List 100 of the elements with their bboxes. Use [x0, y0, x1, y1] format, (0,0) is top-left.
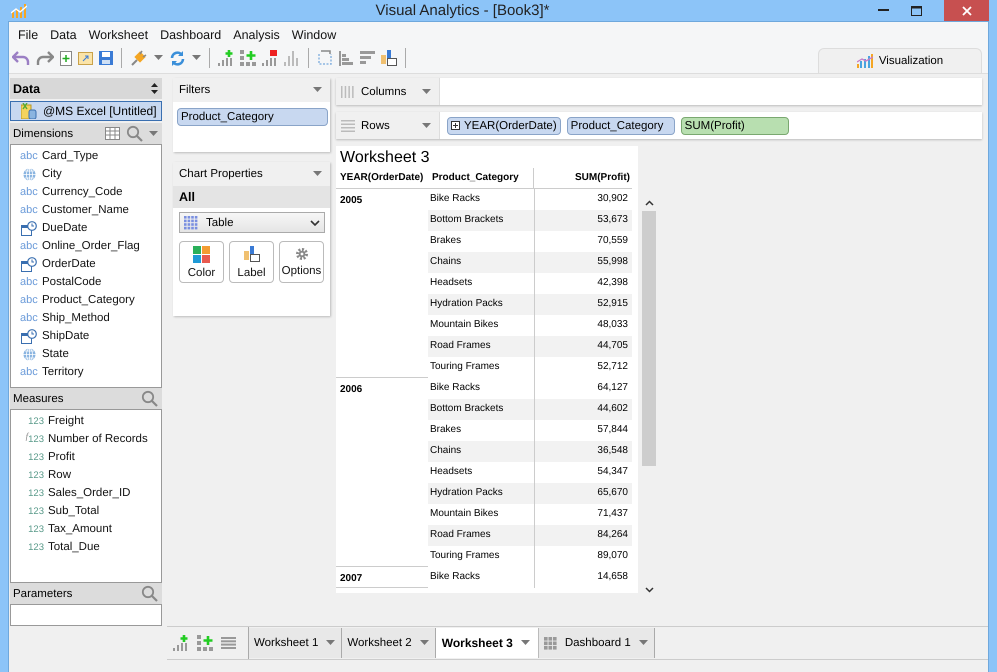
- dimension-field[interactable]: abc Territory: [11, 363, 161, 381]
- visualization-tab[interactable]: Visualization: [818, 48, 982, 73]
- table-cell: 65,670: [534, 483, 632, 504]
- folder-icon[interactable]: [78, 52, 93, 64]
- property-button[interactable]: Options: [279, 241, 324, 283]
- number-type-icon: 123: [28, 542, 44, 552]
- measure-field[interactable]: 123 Total_Due: [11, 538, 161, 556]
- measure-field[interactable]: f123 Number of Records: [11, 430, 161, 448]
- measure-field[interactable]: 123 Freight: [11, 412, 161, 430]
- dimension-field[interactable]: State: [11, 345, 161, 363]
- field-pill[interactable]: Product_Category: [566, 116, 675, 134]
- scroll-up-icon[interactable]: [644, 200, 654, 206]
- search-icon[interactable]: [141, 390, 158, 407]
- undo-icon[interactable]: [12, 50, 30, 66]
- table-cell: 53,673: [534, 210, 632, 231]
- field-pill[interactable]: SUM(Profit): [680, 116, 789, 134]
- sort-arrows-icon[interactable]: [151, 83, 158, 94]
- expand-icon[interactable]: [451, 121, 460, 130]
- measure-field[interactable]: 123 Tax_Amount: [11, 520, 161, 538]
- table-cell: Road Frames: [428, 525, 534, 546]
- label-icon[interactable]: [381, 50, 397, 66]
- save-icon[interactable]: [99, 51, 113, 65]
- shelf-label: Columns: [336, 78, 440, 105]
- measure-field[interactable]: 123 Row: [11, 466, 161, 484]
- table-cell-text: Bike Racks: [429, 381, 482, 395]
- dimension-field[interactable]: abc Card_Type: [11, 147, 161, 165]
- dimension-field[interactable]: DueDate: [11, 219, 161, 237]
- scroll-down-icon[interactable]: [644, 587, 654, 593]
- sort-ascending-icon[interactable]: [339, 50, 354, 66]
- formula-icon: f: [26, 430, 28, 440]
- dimension-field[interactable]: abc PostalCode: [11, 273, 161, 291]
- column-header: YEAR(OrderDate): [336, 168, 428, 189]
- measure-field[interactable]: 123 Sub_Total: [11, 502, 161, 520]
- dropdown-caret-icon[interactable]: [154, 55, 163, 61]
- property-button[interactable]: Color: [179, 241, 224, 283]
- plug-icon[interactable]: [130, 49, 148, 67]
- table-cell: 89,070: [534, 546, 632, 567]
- dimension-field[interactable]: abc Ship_Method: [11, 309, 161, 327]
- new-file-icon[interactable]: [60, 50, 72, 66]
- add-dashboard-icon[interactable]: [240, 50, 256, 66]
- refresh-icon[interactable]: [169, 50, 186, 66]
- close-button[interactable]: [944, 0, 989, 21]
- dimension-field[interactable]: OrderDate: [11, 255, 161, 273]
- gear-icon: [294, 247, 308, 261]
- dropdown-caret-icon[interactable]: [313, 87, 322, 93]
- menu-item[interactable]: Worksheet: [82, 28, 154, 47]
- maximize-icon[interactable]: [911, 6, 922, 16]
- table-icon[interactable]: [105, 127, 120, 140]
- sheet-tab[interactable]: Worksheet 3: [436, 628, 539, 658]
- dropdown-caret-icon[interactable]: [192, 55, 201, 61]
- data-source-item[interactable]: @MS Excel [Untitled]: [10, 101, 162, 121]
- sheet-tab[interactable]: Dashboard 1: [538, 628, 655, 658]
- sort-descending-icon[interactable]: [360, 50, 375, 66]
- calendar-clock-icon: [21, 220, 37, 236]
- menu-item[interactable]: Analysis: [227, 28, 286, 47]
- rotate-icon[interactable]: [317, 50, 333, 66]
- dropdown-caret-icon[interactable]: [422, 88, 431, 94]
- table-cell: 55,998: [534, 252, 632, 273]
- add-dashboard-icon[interactable]: [197, 635, 213, 651]
- table-cell: 14,658: [534, 567, 632, 588]
- chart-type-dropdown[interactable]: Table: [179, 212, 325, 233]
- dropdown-caret-icon[interactable]: [149, 130, 158, 136]
- sheet-tab[interactable]: Worksheet 1: [249, 628, 342, 658]
- property-button[interactable]: Label: [229, 241, 274, 283]
- list-icon[interactable]: [221, 637, 236, 649]
- table-cell-text: Touring Frames: [429, 360, 500, 374]
- dimension-field[interactable]: abc Product_Category: [11, 291, 161, 309]
- search-icon[interactable]: [126, 125, 143, 142]
- dimension-field[interactable]: abc Online_Order_Flag: [11, 237, 161, 255]
- dimension-field[interactable]: abc Currency_Code: [11, 183, 161, 201]
- menu-item[interactable]: Window: [286, 28, 342, 47]
- dimension-field[interactable]: ShipDate: [11, 327, 161, 345]
- filter-pill[interactable]: Product_Category: [177, 108, 328, 126]
- menu-item[interactable]: Data: [44, 28, 83, 47]
- search-icon[interactable]: [141, 585, 158, 602]
- dimension-field[interactable]: City: [11, 165, 161, 183]
- table-cell: Chains: [428, 441, 534, 462]
- dropdown-caret-icon[interactable]: [638, 640, 648, 646]
- table-cell: 84,264: [534, 525, 632, 546]
- menu-item[interactable]: File: [12, 28, 44, 47]
- dropdown-caret-icon[interactable]: [420, 640, 429, 646]
- sheet-tab[interactable]: Worksheet 2: [342, 628, 436, 658]
- delete-chart-icon[interactable]: [262, 50, 278, 66]
- dropdown-caret-icon[interactable]: [520, 640, 530, 646]
- worksheet-title: Worksheet 3: [339, 148, 431, 168]
- measure-field[interactable]: 123 Profit: [11, 448, 161, 466]
- menu-item[interactable]: Dashboard: [154, 28, 228, 47]
- measure-field[interactable]: 123 Sales_Order_ID: [11, 484, 161, 502]
- redo-icon[interactable]: [36, 50, 54, 66]
- dropdown-caret-icon[interactable]: [326, 640, 336, 646]
- add-chart-icon[interactable]: [173, 635, 189, 651]
- number-type-icon: 123: [28, 488, 44, 498]
- column-header: Product_Category: [428, 168, 534, 189]
- add-chart-icon[interactable]: [218, 50, 234, 66]
- number-type-icon: 123: [28, 416, 44, 426]
- dimension-field[interactable]: abc Customer_Name: [11, 201, 161, 219]
- field-pill[interactable]: YEAR(OrderDate): [447, 116, 561, 134]
- minimize-icon[interactable]: [878, 9, 889, 12]
- dropdown-caret-icon[interactable]: [313, 171, 322, 177]
- dropdown-caret-icon[interactable]: [422, 122, 431, 128]
